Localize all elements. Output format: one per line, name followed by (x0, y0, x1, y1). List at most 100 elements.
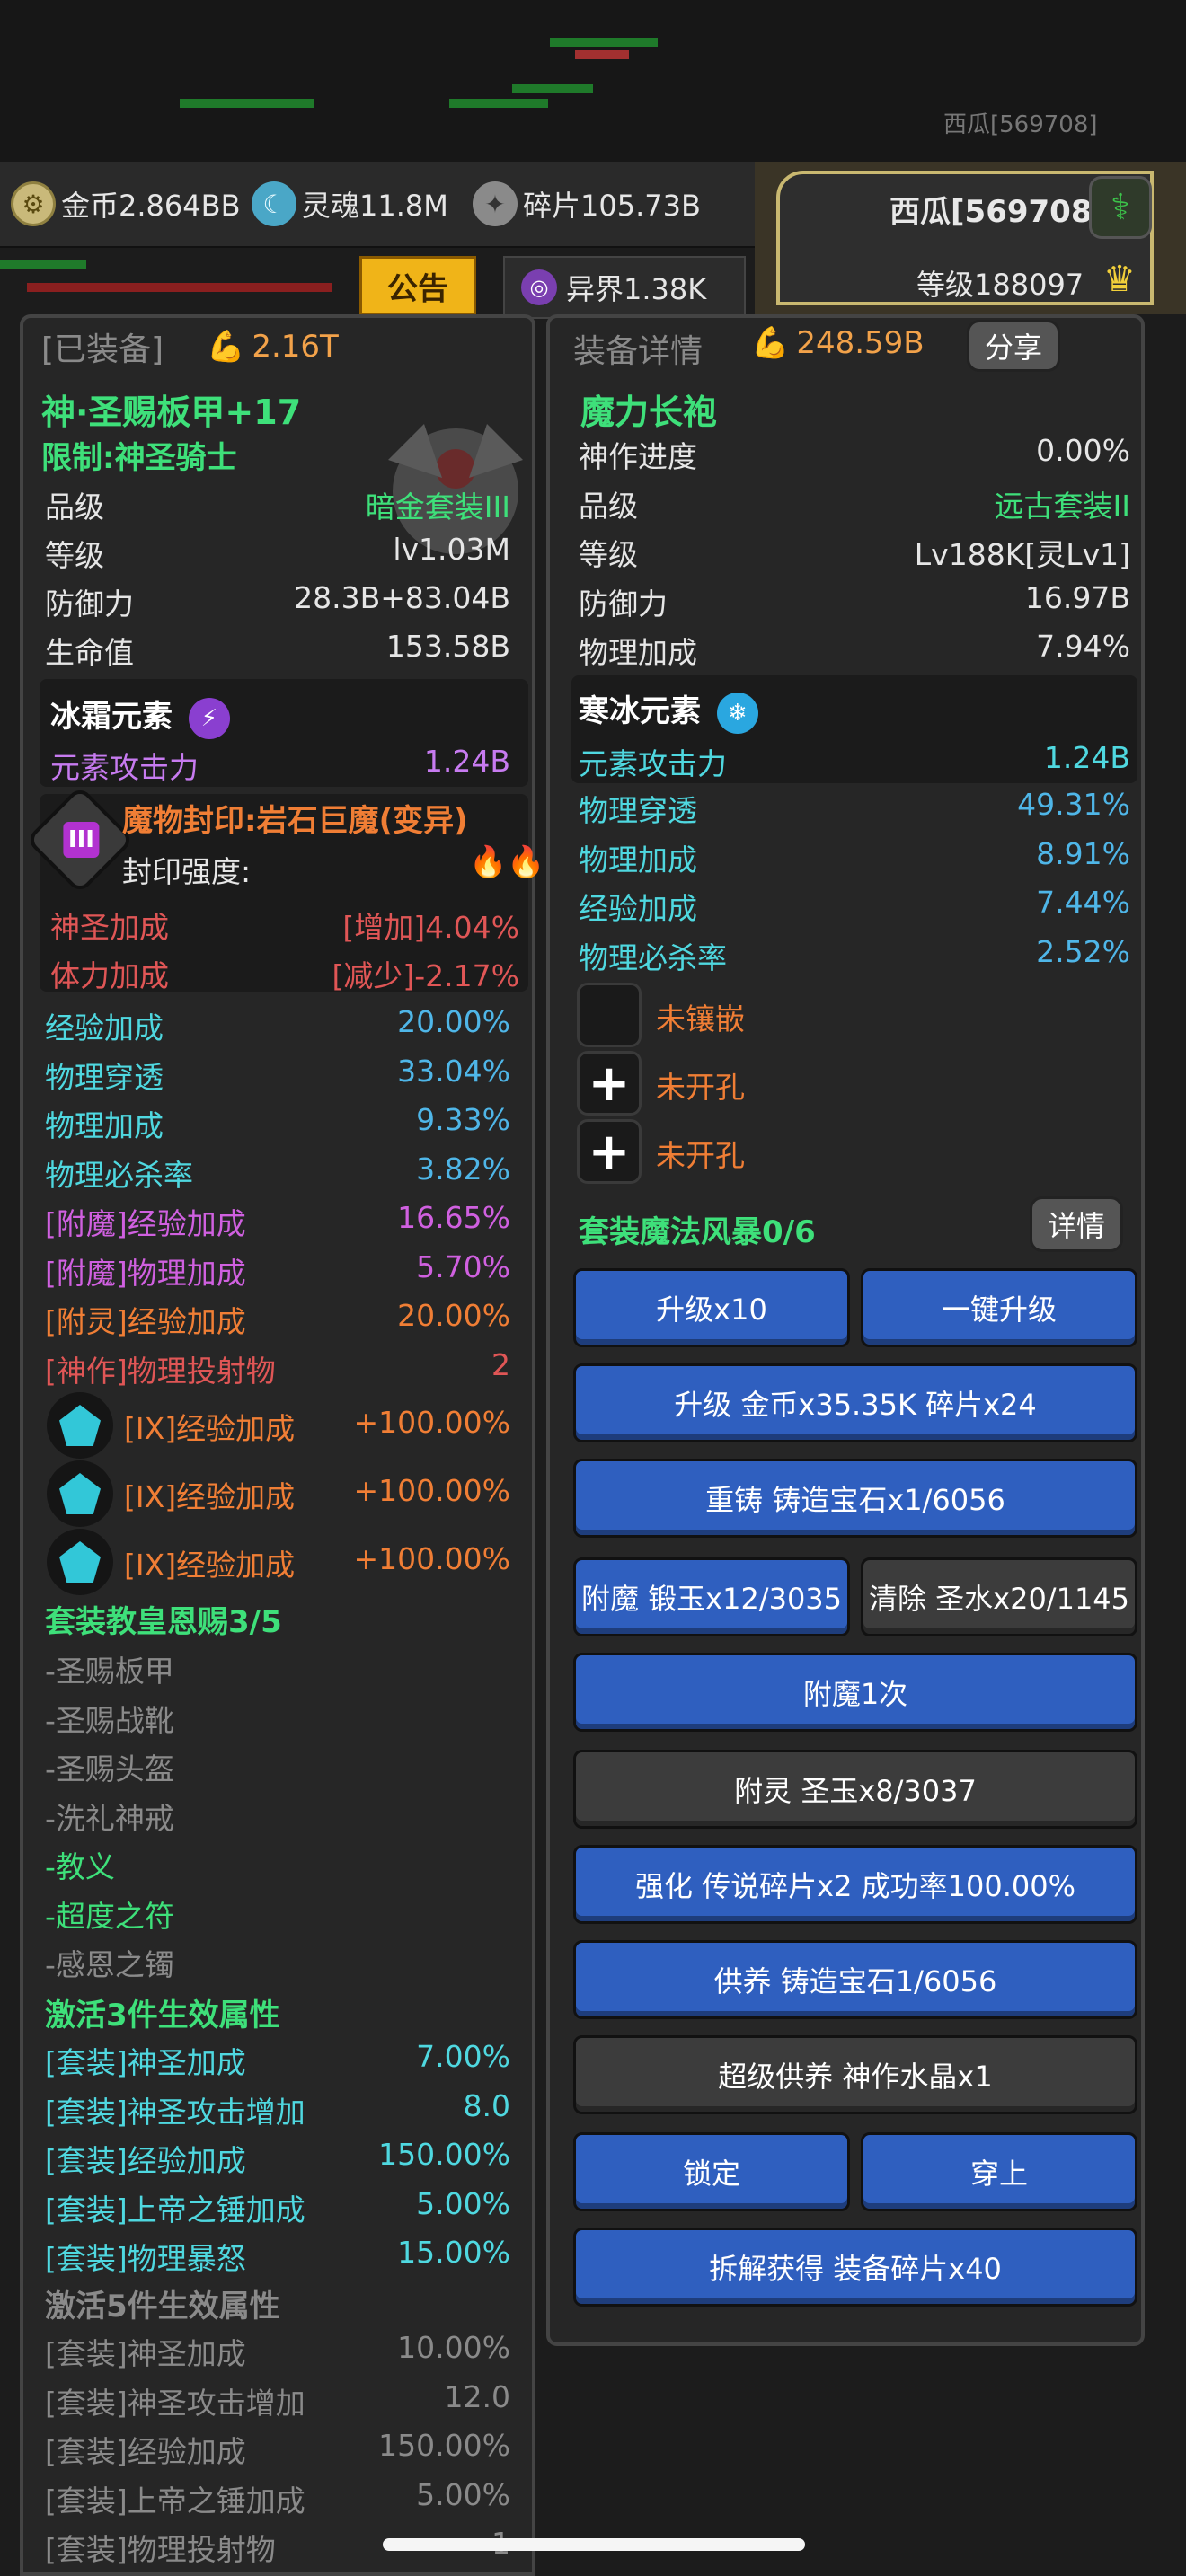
upgrade-cost-button[interactable]: 升级 金币x35.35K 碎片x24 (573, 1363, 1137, 1442)
attribute-label: [附魔]经验加成 (45, 1206, 246, 1241)
attribute-value: 20.00% (397, 1298, 510, 1333)
attribute-label: [附魔]物理加成 (45, 1255, 246, 1291)
user-level: 等级188097 (916, 268, 1084, 302)
socket-label: 未开孔 (656, 1138, 745, 1173)
gem-icon (47, 1392, 113, 1459)
set-tier3-title: 激活3件生效属性 (45, 1998, 280, 2033)
detail-set-title: 套装魔法风暴0/6 (579, 1214, 816, 1250)
set-tier5-title: 激活5件生效属性 (45, 2289, 280, 2325)
set-bonus-value: 10.00% (397, 2330, 510, 2365)
attribute-value: 3.82% (416, 1151, 510, 1187)
attribute-value: 2.52% (1036, 933, 1130, 969)
enchant-button[interactable]: 附魔 锻玉x12/3035 (573, 1557, 850, 1636)
crown-icon[interactable]: ♛ (1103, 259, 1136, 300)
attribute-label: 物理穿透 (579, 793, 697, 828)
equipped-element-attack-label: 元素攻击力 (50, 750, 199, 785)
fragment-icon: ✦ (473, 181, 518, 226)
set-bonus-value: 15.00% (397, 2235, 510, 2270)
attribute-value: 16.65% (397, 1200, 510, 1235)
notice-button[interactable]: 公告 (359, 256, 476, 315)
attribute-value: 49.31% (1017, 787, 1130, 822)
socket-label: 未镶嵌 (656, 1001, 745, 1037)
soul-counter: ☾ 灵魂11.8M (252, 181, 448, 226)
equipped-element: 冰霜元素 ⚡ (50, 692, 230, 739)
stat-value: 7.94% (1036, 629, 1130, 664)
clear-button[interactable]: 清除 圣水x20/1145 (861, 1557, 1137, 1636)
soul-value: 灵魂11.8M (302, 189, 448, 223)
set-bonus-label: [套装]神圣攻击增加 (45, 2094, 305, 2130)
detail-element-attack-value: 1.24B (1043, 740, 1130, 775)
user-name: 西瓜[569708] (890, 194, 1107, 230)
attribute-value: 7.44% (1036, 885, 1130, 920)
share-button[interactable]: 分享 (967, 320, 1060, 372)
nurture-button[interactable]: 供养 铸造宝石1/6056 (573, 1940, 1137, 2019)
detail-power-value: 248.59B (796, 325, 925, 361)
set-piece: -感恩之镯 (45, 1947, 174, 1982)
home-indicator[interactable] (383, 2538, 805, 2551)
plus-icon[interactable]: + (577, 1119, 642, 1184)
set-piece: -超度之符 (45, 1898, 174, 1934)
equipped-element-name: 冰霜元素 (50, 699, 173, 735)
detail-element-name: 寒冰元素 (579, 693, 701, 729)
equipped-power-value: 2.16T (252, 329, 339, 365)
gold-counter: ⚙ 金币2.864BB (11, 181, 241, 226)
resource-bar: ⚙ 金币2.864BB ☾ 灵魂11.8M ✦ 碎片105.73B (0, 162, 755, 248)
equipped-power: 💪 2.16T (207, 329, 339, 365)
gem-value: +100.00% (353, 1473, 510, 1508)
set-piece: -教义 (45, 1849, 115, 1884)
attribute-label: 经验加成 (45, 1010, 164, 1045)
set-bonus-label: [套装]神圣加成 (45, 2045, 246, 2080)
set-bonus-value: 5.00% (416, 2185, 510, 2221)
hp-bar (0, 260, 86, 269)
fragment-counter: ✦ 碎片105.73B (473, 181, 701, 226)
dismantle-button[interactable]: 拆解获得 装备碎片x40 (573, 2228, 1137, 2307)
empty-socket-icon[interactable] (577, 983, 642, 1047)
set-bonus-label: [套装]物理暴怒 (45, 2241, 246, 2276)
gem-label: [IX]经验加成 (124, 1479, 296, 1514)
socket-label: 未开孔 (656, 1070, 745, 1105)
equipped-item-name: 神·圣赐板甲+17 (41, 393, 302, 432)
set-detail-button[interactable]: 详情 (1030, 1196, 1123, 1252)
attribute-label: [神作]物理投射物 (45, 1353, 276, 1389)
stat-label: 防御力 (45, 587, 134, 622)
wear-button[interactable]: 穿上 (861, 2132, 1137, 2211)
stat-label: 品级 (579, 488, 638, 524)
reforge-button[interactable]: 重铸 铸造宝石x1/6056 (573, 1459, 1137, 1538)
fragment-value: 碎片105.73B (523, 189, 701, 223)
enchant-once-button[interactable]: 附魔1次 (573, 1653, 1137, 1732)
plus-icon[interactable]: + (577, 1051, 642, 1116)
spirit-button[interactable]: 附灵 圣玉x8/3037 (573, 1750, 1137, 1829)
stat-label: 神作进度 (579, 439, 697, 474)
strengthen-button[interactable]: 强化 传说碎片x2 成功率100.00% (573, 1845, 1137, 1924)
attribute-value: 33.04% (397, 1053, 510, 1089)
set-bonus-value: 150.00% (378, 2137, 510, 2172)
gem-value: +100.00% (353, 1541, 510, 1576)
attribute-label: 物理加成 (579, 842, 697, 878)
lock-button[interactable]: 锁定 (573, 2132, 850, 2211)
gem-label: [IX]经验加成 (124, 1411, 296, 1446)
stat-label: 品级 (45, 490, 104, 525)
set-piece: -圣赐战靴 (45, 1702, 174, 1738)
set-bonus-label: [套装]经验加成 (45, 2434, 246, 2469)
set-piece: -圣赐板甲 (45, 1654, 174, 1689)
flame-icon: 🔥🔥 (469, 844, 545, 880)
seal-bonus-label: 体力加成 (50, 958, 169, 993)
stat-value: 暗金套装III (365, 490, 510, 525)
class-icon[interactable]: ⚕ (1089, 176, 1152, 239)
seal-bonus-value: [减少]-2.17% (332, 958, 520, 993)
attribute-value: 5.70% (416, 1248, 510, 1284)
set-bonus-label: [套装]经验加成 (45, 2143, 246, 2178)
set-title: 套装教皇恩赐3/5 (45, 1604, 282, 1640)
set-piece: -洗礼神戒 (45, 1800, 174, 1836)
attribute-value: 20.00% (397, 1004, 510, 1039)
super-nurture-button[interactable]: 超级供养 神作水晶x1 (573, 2035, 1137, 2114)
attribute-label: 物理必杀率 (579, 940, 727, 975)
attribute-label: 经验加成 (579, 891, 697, 926)
upgrade-x10-button[interactable]: 升级x10 (573, 1268, 850, 1347)
detail-element-attack-label: 元素攻击力 (579, 746, 727, 781)
set-bonus-value: 150.00% (378, 2428, 510, 2463)
stat-value: lv1.03M (393, 532, 510, 567)
set-bonus-value: 7.00% (416, 2039, 510, 2074)
one-click-upgrade-button[interactable]: 一键升级 (861, 1268, 1137, 1347)
lightning-icon: ⚡ (188, 697, 230, 739)
